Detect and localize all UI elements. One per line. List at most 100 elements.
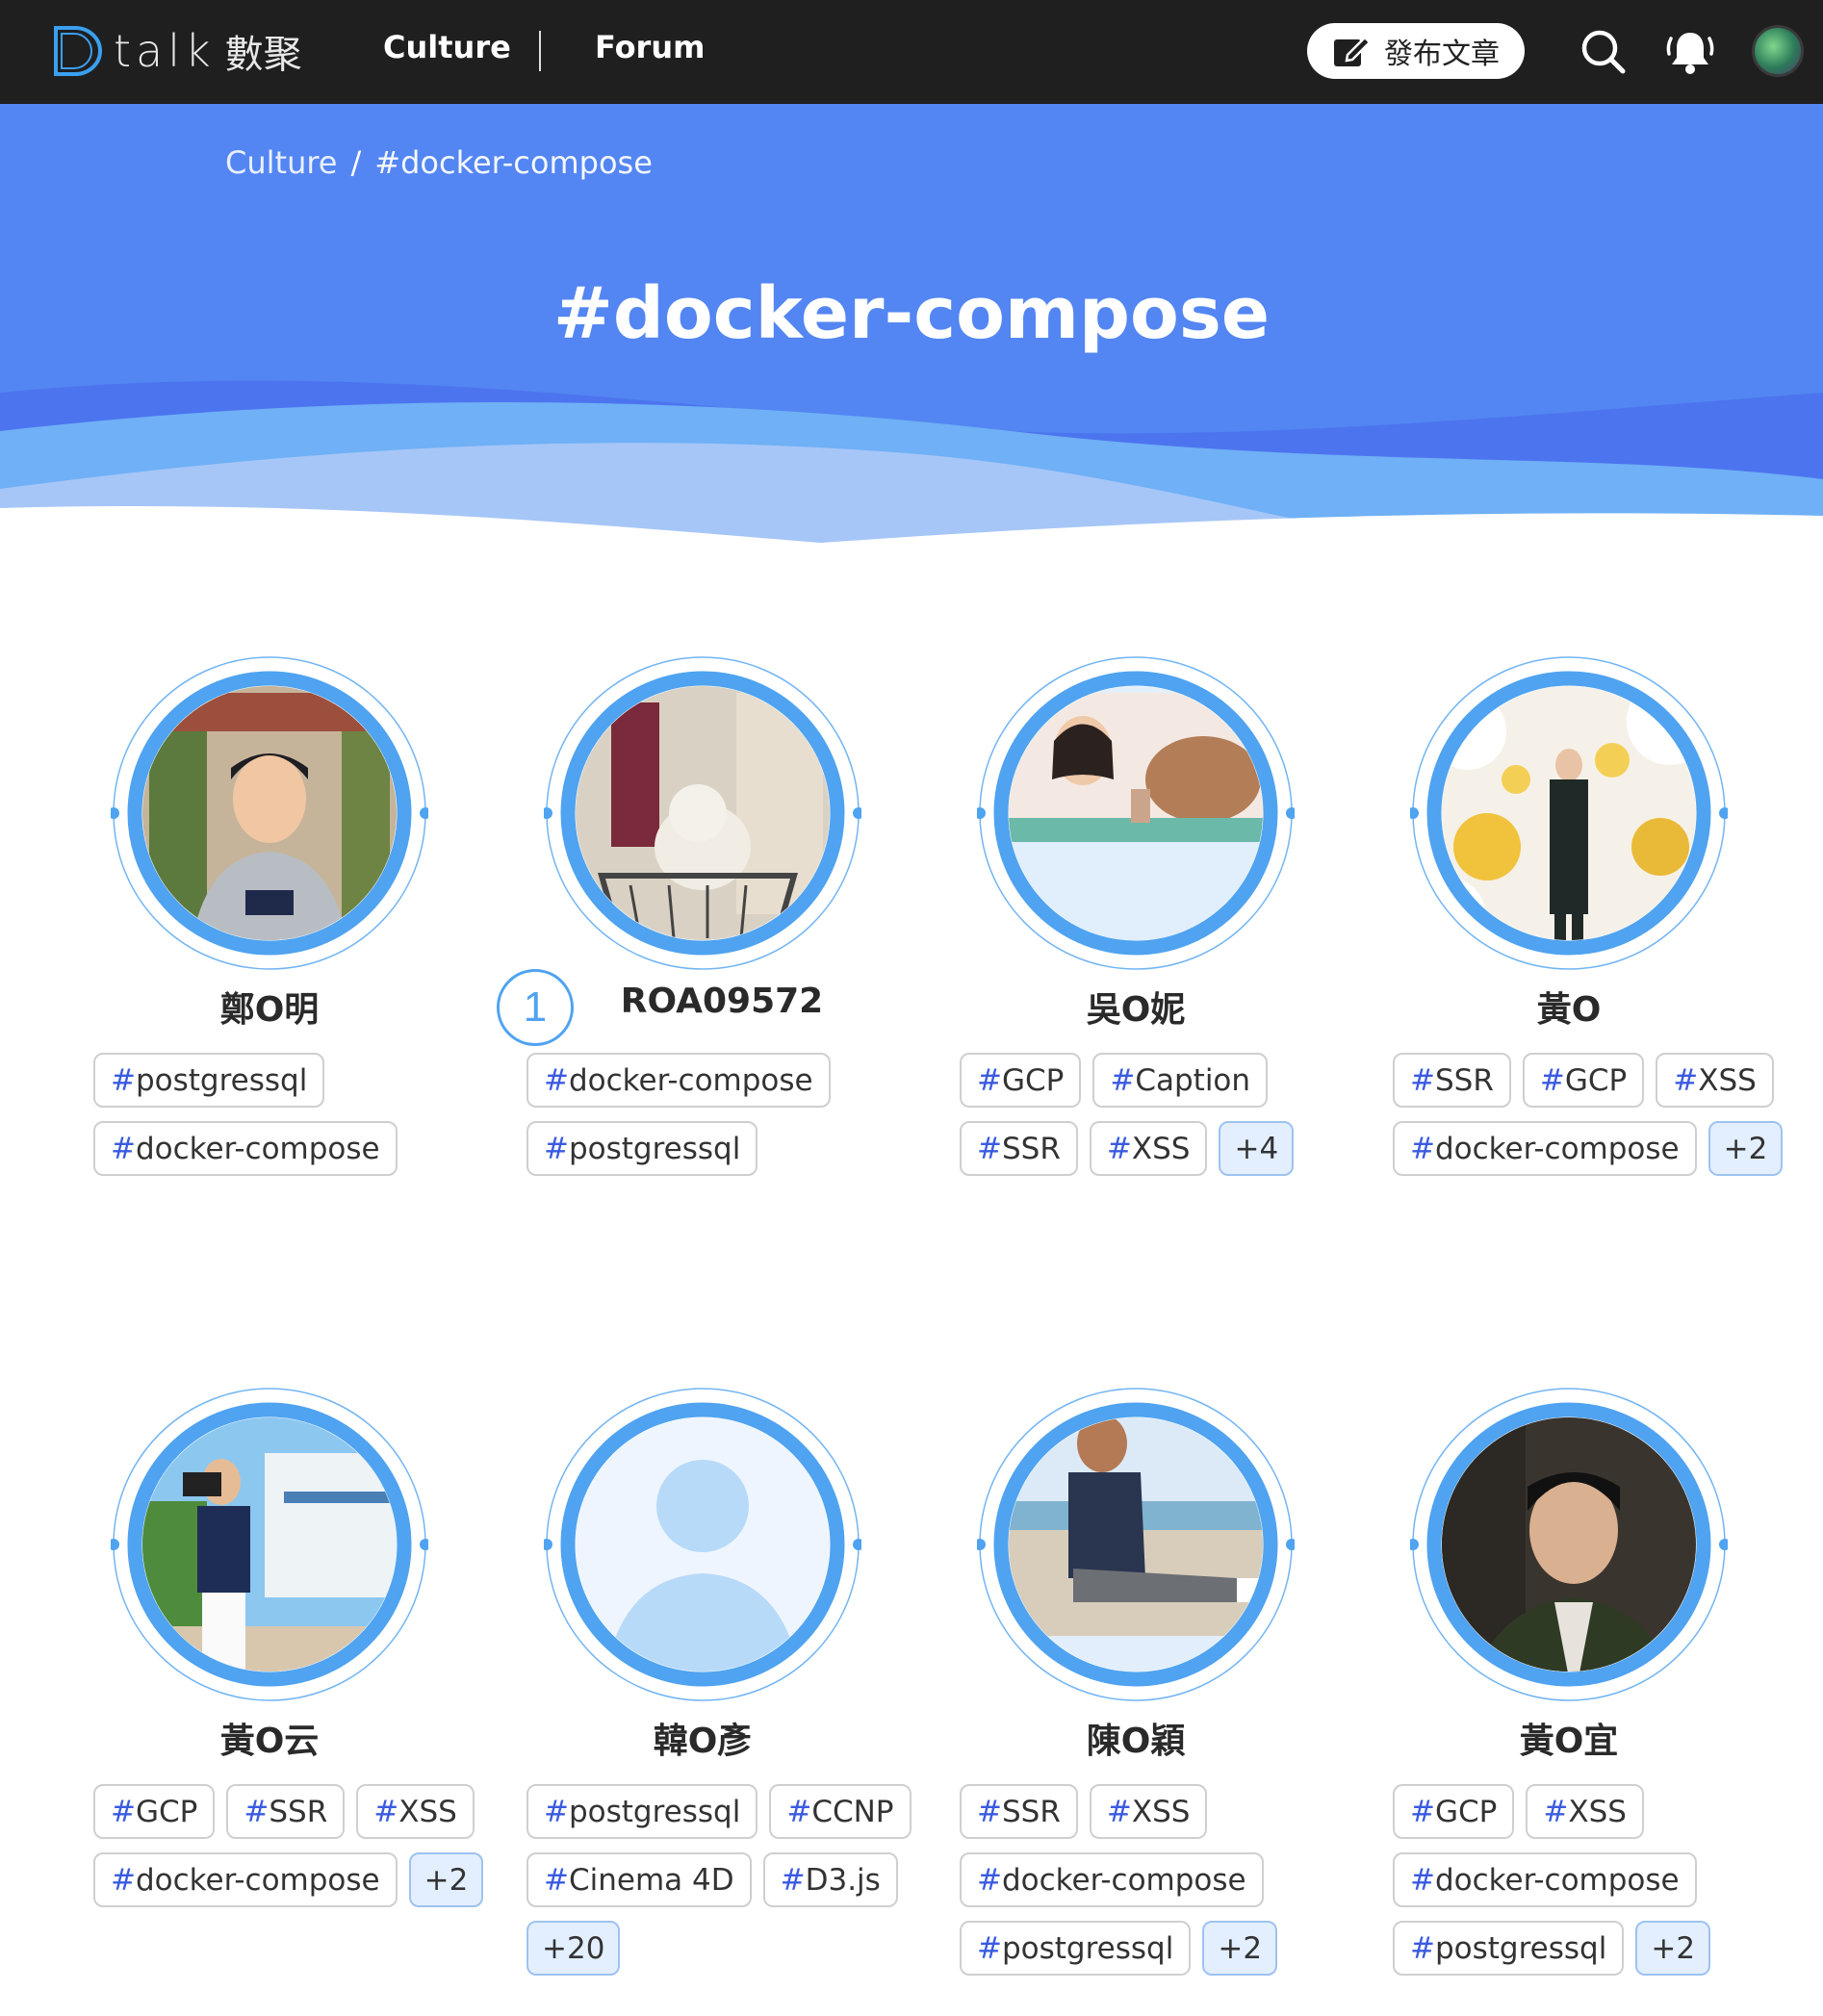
tag-hash-symbol: # [111,1794,136,1829]
tag-hash-symbol: # [544,1131,569,1166]
search-icon[interactable] [1577,25,1630,79]
tag-label: postgressql [568,1794,741,1829]
tag-chip[interactable]: # XSS [1656,1053,1774,1108]
user-name[interactable]: 韓O彥 [486,1713,919,1763]
tag-chip[interactable]: # docker-compose [1393,1852,1697,1907]
tag-label: GCP [1434,1794,1498,1829]
avatar-photo [576,1417,830,1671]
tag-chip[interactable]: # Cinema 4D [526,1852,752,1907]
tag-hash-symbol: # [111,1131,136,1166]
tag-hash-symbol: # [1410,1062,1435,1098]
tag-hash-symbol: # [1110,1062,1136,1098]
tag-chip[interactable]: # XSS [1089,1784,1208,1839]
tag-label: postgressql [1001,1930,1174,1966]
tag-hash-symbol: # [977,1930,1002,1966]
more-tags-chip[interactable]: +4 [1219,1121,1295,1176]
tag-label: docker-compose [135,1862,380,1898]
tag-hash-symbol: # [111,1862,136,1898]
tag-label: SSR [1001,1794,1061,1829]
user-avatar-image[interactable] [1407,654,1731,972]
user-name[interactable]: 黃O云 [53,1713,486,1763]
tag-chip[interactable]: # GCP [960,1053,1082,1108]
more-tags-chip[interactable]: +20 [526,1921,621,1976]
user-avatar-image[interactable] [541,654,864,972]
tag-label: D3.js [805,1862,881,1898]
user-name[interactable]: 鄭O明 [53,982,486,1032]
tag-chip[interactable]: # D3.js [762,1852,898,1907]
tag-hash-symbol: # [977,1062,1002,1098]
user-avatar[interactable] [1752,25,1804,77]
tag-label: docker-compose [1434,1131,1680,1166]
tag-hash-symbol: # [1539,1062,1565,1098]
tag-label: CCNP [811,1794,894,1829]
nav-link-culture[interactable]: Culture [383,29,511,65]
tag-hash-symbol: # [544,1794,569,1829]
tag-label: postgressql [1434,1930,1607,1966]
avatar-ring [541,656,864,970]
publish-article-button[interactable]: 發布文章 [1307,23,1525,79]
logo-text: talk [114,25,216,77]
tag-label: SSR [1001,1131,1061,1166]
tag-chip[interactable]: # postgressql [960,1921,1192,1976]
tag-chip[interactable]: # XSS [356,1784,475,1839]
breadcrumb-current: #docker-compose [374,144,653,181]
tag-chip[interactable]: # SSR [1393,1053,1511,1108]
avatar-ring [974,656,1297,970]
more-tags-chip[interactable]: +2 [408,1852,484,1907]
user-avatar-image[interactable] [974,654,1297,972]
tag-chip[interactable]: # GCP [93,1784,216,1839]
tag-chip[interactable]: # postgressql [526,1784,758,1839]
tag-chip[interactable]: # docker-compose [960,1852,1264,1907]
tag-chip[interactable]: # SSR [226,1784,346,1839]
tag-chip[interactable]: # GCP [1522,1053,1645,1108]
site-logo[interactable]: talk 數聚 [50,19,302,83]
tag-chip[interactable]: # XSS [1089,1121,1208,1176]
tag-label: postgressql [135,1062,308,1098]
tag-hash-symbol: # [1543,1794,1569,1829]
avatar-ring [541,1388,864,1701]
tag-chip[interactable]: # docker-compose [1393,1121,1697,1176]
user-avatar-image[interactable] [108,654,431,972]
tag-chip[interactable]: # CCNP [769,1784,912,1839]
more-tags-chip[interactable]: +2 [1635,1921,1711,1976]
user-avatar-image[interactable] [108,1386,431,1703]
user-avatar-image[interactable] [541,1386,864,1703]
tag-hero-banner: Culture / #docker-compose #docker-compos… [0,104,1823,547]
tag-chip[interactable]: # SSR [960,1121,1078,1176]
tag-chip[interactable]: # Caption [1092,1053,1269,1108]
tag-chip[interactable]: # SSR [960,1784,1078,1839]
tag-label: SSR [269,1794,328,1829]
tag-chip[interactable]: # docker-compose [93,1852,398,1907]
user-name[interactable]: 陳O穎 [919,1713,1352,1763]
tag-chip[interactable]: # XSS [1526,1784,1644,1839]
user-name[interactable]: 黃O [1352,982,1785,1032]
tag-label: Caption [1135,1062,1251,1098]
nav-divider [539,31,541,71]
tag-label: docker-compose [1434,1862,1680,1898]
nav-link-forum[interactable]: Forum [595,29,705,65]
user-avatar-image[interactable] [974,1386,1297,1703]
tag-chip[interactable]: # docker-compose [526,1053,831,1108]
user-avatar-image[interactable] [1407,1386,1731,1703]
breadcrumb-culture-link[interactable]: Culture [225,144,337,181]
tag-label: XSS [1131,1131,1191,1166]
tag-chip[interactable]: # postgressql [526,1121,758,1176]
notification-bell-icon[interactable] [1663,25,1717,79]
tag-label: XSS [398,1794,457,1829]
avatar-photo [142,686,397,940]
avatar-photo [576,686,830,940]
tag-hash-symbol: # [1673,1062,1699,1098]
tag-hash-symbol: # [1106,1131,1132,1166]
tag-hash-symbol: # [977,1131,1002,1166]
more-tags-chip[interactable]: +2 [1707,1121,1784,1176]
tag-label: XSS [1568,1794,1627,1829]
tag-chip[interactable]: # docker-compose [93,1121,398,1176]
tag-list: # docker-compose # postgressql [526,1053,931,1176]
tag-chip[interactable]: # postgressql [93,1053,325,1108]
user-name[interactable]: 吳O妮 [919,982,1352,1032]
user-name[interactable]: 黃O宜 [1352,1713,1785,1763]
tag-label: GCP [135,1794,198,1829]
more-tags-chip[interactable]: +2 [1202,1921,1278,1976]
tag-chip[interactable]: # GCP [1393,1784,1515,1839]
tag-chip[interactable]: # postgressql [1393,1921,1625,1976]
